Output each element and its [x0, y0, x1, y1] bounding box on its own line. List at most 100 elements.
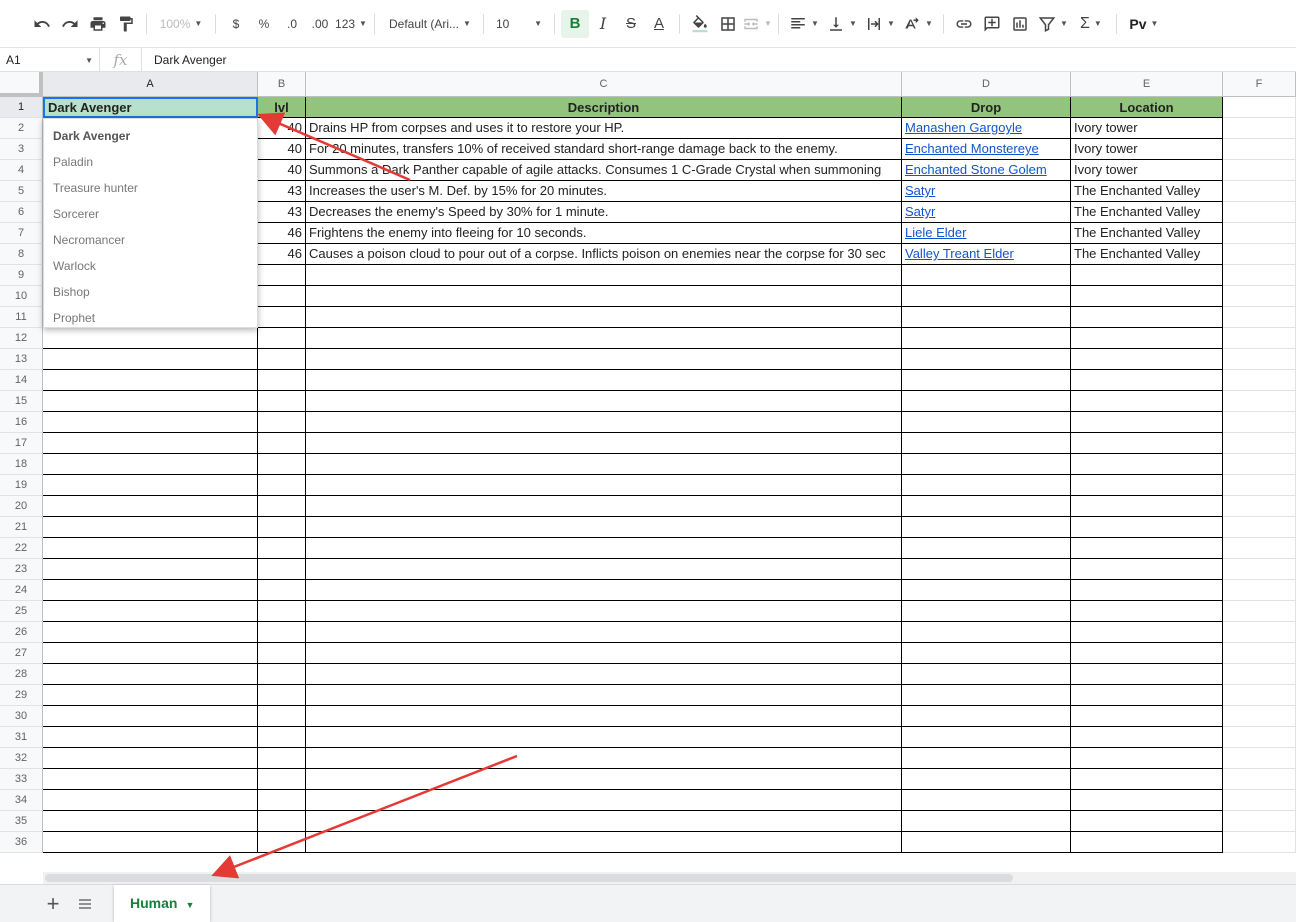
data-cell[interactable]: 46 [258, 244, 306, 265]
grid-cell[interactable] [1223, 307, 1296, 328]
grid-cell[interactable] [258, 307, 306, 328]
grid-cell[interactable] [258, 811, 306, 832]
undo-button[interactable] [28, 10, 56, 38]
grid-cell[interactable] [902, 349, 1071, 370]
select-all-corner[interactable] [0, 72, 43, 97]
dropdown-option[interactable]: Warlock [44, 253, 257, 279]
grid-cell[interactable] [902, 685, 1071, 706]
grid-cell[interactable] [902, 475, 1071, 496]
grid-cell[interactable] [258, 559, 306, 580]
add-sheet-button[interactable]: + [40, 893, 66, 915]
grid-cell[interactable] [902, 496, 1071, 517]
grid-cell[interactable] [306, 664, 902, 685]
row-header[interactable]: 12 [0, 328, 43, 349]
horizontal-align-button[interactable]: ▼ [785, 10, 823, 38]
grid-cell[interactable] [1071, 475, 1223, 496]
data-cell[interactable]: The Enchanted Valley [1071, 223, 1223, 244]
data-cell[interactable]: For 20 minutes, transfers 10% of receive… [306, 139, 902, 160]
grid-cell[interactable] [43, 832, 258, 853]
row-header[interactable]: 21 [0, 517, 43, 538]
grid-cell[interactable] [902, 286, 1071, 307]
row-header[interactable]: 2 [0, 118, 43, 139]
grid-cell[interactable] [902, 832, 1071, 853]
grid-cell[interactable] [902, 433, 1071, 454]
dropdown-option[interactable]: Bishop [44, 279, 257, 305]
grid-cell[interactable] [43, 601, 258, 622]
row-header[interactable]: 35 [0, 811, 43, 832]
grid-cell[interactable] [1223, 664, 1296, 685]
grid-cell[interactable] [1071, 370, 1223, 391]
row-header[interactable]: 17 [0, 433, 43, 454]
data-cell[interactable]: Summons a Dark Panther capable of agile … [306, 160, 902, 181]
grid-cell[interactable] [1071, 643, 1223, 664]
grid-cell[interactable] [1071, 349, 1223, 370]
row-header[interactable]: 3 [0, 139, 43, 160]
drop-link[interactable]: Enchanted Monstereye [902, 139, 1071, 160]
grid-cell[interactable] [902, 307, 1071, 328]
grid-cell[interactable] [902, 748, 1071, 769]
grid-cell[interactable] [306, 832, 902, 853]
grid-cell[interactable] [258, 832, 306, 853]
row-header[interactable]: 30 [0, 706, 43, 727]
grid-cell[interactable] [1071, 412, 1223, 433]
row-header[interactable]: 18 [0, 454, 43, 475]
grid-cell[interactable] [1071, 622, 1223, 643]
grid-cell[interactable] [258, 454, 306, 475]
data-cell[interactable]: The Enchanted Valley [1071, 244, 1223, 265]
increase-decimal-button[interactable]: .00 [306, 10, 334, 38]
grid-cell[interactable] [306, 496, 902, 517]
grid-cell[interactable] [258, 601, 306, 622]
grid-cell[interactable] [902, 559, 1071, 580]
grid-cell[interactable] [43, 748, 258, 769]
grid-cell[interactable] [1071, 391, 1223, 412]
grid-cell[interactable] [306, 643, 902, 664]
grid-cell[interactable] [43, 559, 258, 580]
row-header[interactable]: 5 [0, 181, 43, 202]
header-cell[interactable]: Drop [902, 97, 1071, 118]
grid-cell[interactable] [306, 475, 902, 496]
grid-cell[interactable] [306, 706, 902, 727]
formula-input[interactable]: Dark Avenger [142, 53, 227, 67]
strikethrough-button[interactable]: S [617, 10, 645, 38]
data-cell[interactable]: 40 [258, 118, 306, 139]
grid-cell[interactable] [43, 370, 258, 391]
grid-cell[interactable] [902, 370, 1071, 391]
row-header[interactable]: 36 [0, 832, 43, 853]
row-header[interactable]: 32 [0, 748, 43, 769]
grid-cell[interactable] [1223, 706, 1296, 727]
insert-chart-button[interactable] [1006, 10, 1034, 38]
grid-cell[interactable] [258, 748, 306, 769]
grid-cell[interactable] [1223, 496, 1296, 517]
grid-cell[interactable] [258, 349, 306, 370]
grid-cell[interactable] [902, 790, 1071, 811]
column-header-f[interactable]: F [1223, 72, 1296, 97]
grid-cell[interactable] [1223, 118, 1296, 139]
data-cell[interactable]: 46 [258, 223, 306, 244]
print-button[interactable] [84, 10, 112, 38]
grid-cell[interactable] [1223, 832, 1296, 853]
grid-cell[interactable] [43, 790, 258, 811]
row-header[interactable]: 28 [0, 664, 43, 685]
grid-cell[interactable] [306, 370, 902, 391]
grid-cell[interactable] [1223, 433, 1296, 454]
grid-cell[interactable] [258, 517, 306, 538]
row-header[interactable]: 20 [0, 496, 43, 517]
grid-cell[interactable] [1071, 265, 1223, 286]
grid-cell[interactable] [306, 538, 902, 559]
grid-cell[interactable] [1223, 769, 1296, 790]
grid-cell[interactable] [306, 727, 902, 748]
grid-cell[interactable] [258, 433, 306, 454]
grid-cell[interactable] [1223, 685, 1296, 706]
grid-cell[interactable] [43, 727, 258, 748]
grid-cell[interactable] [1223, 454, 1296, 475]
grid-cell[interactable] [1223, 601, 1296, 622]
grid-cell[interactable] [1223, 643, 1296, 664]
grid-cell[interactable] [258, 769, 306, 790]
dropdown-option[interactable]: Sorcerer [44, 201, 257, 227]
grid-cell[interactable] [1223, 475, 1296, 496]
grid-cell[interactable] [306, 580, 902, 601]
data-cell[interactable]: Causes a poison cloud to pour out of a c… [306, 244, 902, 265]
redo-button[interactable] [56, 10, 84, 38]
paint-format-button[interactable] [112, 10, 140, 38]
drop-link[interactable]: Manashen Gargoyle [902, 118, 1071, 139]
